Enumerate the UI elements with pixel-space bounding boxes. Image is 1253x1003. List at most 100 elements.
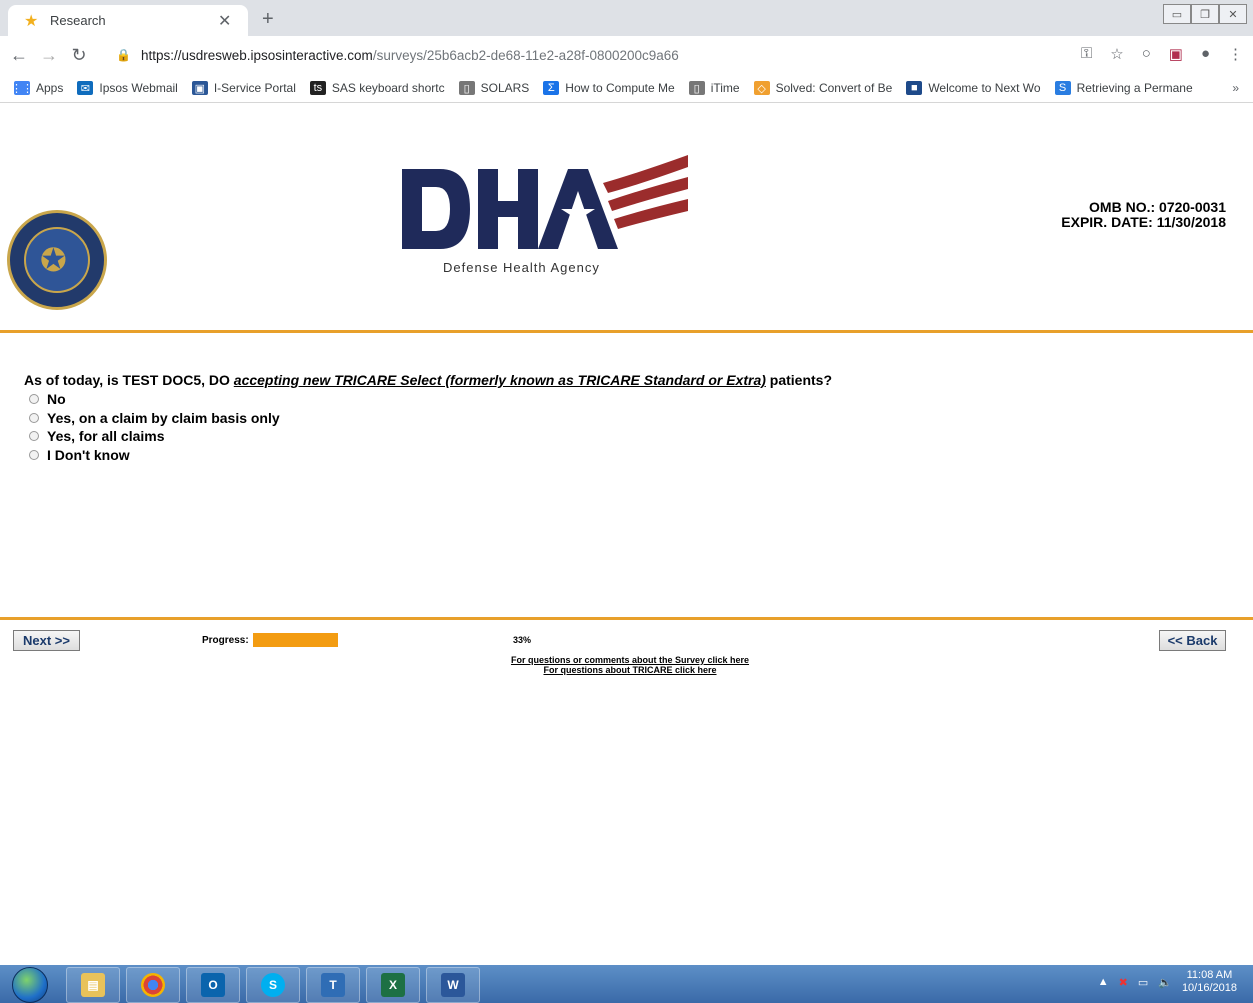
progress-label: Progress: [202, 635, 249, 646]
bottom-divider [0, 617, 1253, 620]
ts-icon: ts [309, 81, 326, 95]
word-icon[interactable]: W [426, 967, 480, 1003]
next-button[interactable]: Next >> [13, 630, 80, 651]
browser-toolbar: ← → ↻ 🔒 https://usdresweb.ipsosinteracti… [0, 36, 1253, 74]
new-tab-icon[interactable]: + [262, 8, 274, 31]
expiration-date: EXPIR. DATE: 11/30/2018 [1061, 214, 1226, 230]
menu-dots-icon[interactable]: ⋮ [1228, 45, 1243, 63]
radio-button[interactable] [29, 449, 39, 460]
toolbar-icons: ⚿ ☆ ○ ▣ ● ⋮ [1081, 45, 1243, 63]
chat-icon: ◇ [753, 81, 770, 95]
bookmark-label: I-Service Portal [213, 81, 296, 95]
file-explorer-icon[interactable]: ▤ [66, 967, 120, 1003]
option-claim-by-claim[interactable]: Yes, on a claim by claim basis only [29, 409, 280, 428]
dod-seal-logo: ✪ [7, 210, 107, 310]
top-divider [0, 330, 1253, 333]
question-emphasis: accepting new TRICARE Select (formerly k… [233, 372, 766, 388]
extension-circle-icon[interactable]: ○ [1142, 45, 1151, 63]
reload-icon[interactable]: ↻ [68, 45, 90, 66]
bookmark-item[interactable]: Σ How to Compute Me [543, 81, 675, 95]
monitor-icon[interactable]: ▭ [1138, 976, 1148, 989]
radio-button[interactable] [29, 412, 39, 423]
chrome-icon[interactable] [126, 967, 180, 1003]
question-text: As of today, is TEST DOC5, DO accepting … [24, 372, 833, 388]
forward-arrow-icon[interactable]: → [38, 45, 60, 66]
system-tray: ▲ ✖ ▭ 🔈 11:08 AM 10/16/2018 [1098, 969, 1237, 995]
option-dont-know[interactable]: I Don't know [29, 446, 280, 465]
bookmark-item[interactable]: S Retrieving a Permane [1054, 81, 1193, 95]
lock-icon[interactable]: 🔒 [116, 48, 131, 62]
portal-icon: ▣ [191, 81, 208, 95]
bookmark-label: Welcome to Next Wo [928, 81, 1041, 95]
close-tab-icon[interactable]: ✕ [218, 11, 238, 31]
bookmark-item[interactable]: ✉ Ipsos Webmail [77, 81, 178, 95]
star-favicon-icon: ★ [24, 12, 39, 30]
bookmark-star-icon[interactable]: ☆ [1110, 45, 1123, 63]
bookmark-label: SOLARS [480, 81, 530, 95]
bookmark-item[interactable]: ⋮⋮ Apps [11, 81, 64, 95]
skype-icon[interactable]: S [246, 967, 300, 1003]
clock[interactable]: 11:08 AM 10/16/2018 [1182, 969, 1237, 995]
back-arrow-icon[interactable]: ← [8, 45, 30, 66]
dha-caption: Defense Health Agency [443, 260, 600, 275]
address-bar[interactable]: 🔒 https://usdresweb.ipsosinteractive.com… [112, 41, 1112, 69]
maximize-icon[interactable]: ❐ [1191, 4, 1219, 24]
profile-icon[interactable]: ● [1201, 45, 1210, 63]
mail-icon: ✉ [77, 81, 94, 95]
help-links: For questions or comments about the Surv… [0, 655, 1253, 675]
bookmark-label: How to Compute Me [565, 81, 675, 95]
volume-icon[interactable]: 🔈 [1158, 976, 1172, 989]
network-error-icon[interactable]: ✖ [1119, 976, 1128, 989]
bookmark-label: SAS keyboard shortc [331, 81, 445, 95]
bookmark-label: Solved: Convert of Be [775, 81, 893, 95]
window-controls: ▭ ❐ ✕ [1163, 4, 1247, 24]
url-host: https://usdresweb.ipsosinteractive.com [140, 47, 373, 63]
option-all-claims[interactable]: Yes, for all claims [29, 427, 280, 446]
bookmark-item[interactable]: ▯ iTime [688, 81, 740, 95]
sigma-icon: Σ [543, 81, 560, 95]
tab-title: Research [50, 13, 106, 28]
key-icon[interactable]: ⚿ [1081, 45, 1092, 63]
bookmark-label: iTime [710, 81, 740, 95]
excel-icon[interactable]: X [366, 967, 420, 1003]
radio-button[interactable] [29, 431, 39, 442]
bookmark-label: Retrieving a Permane [1076, 81, 1193, 95]
bookmark-label: Apps [36, 81, 64, 95]
s-icon: S [1054, 81, 1071, 95]
bookmark-item[interactable]: ■ Welcome to Next Wo [906, 81, 1041, 95]
bookmarks-bar: ⋮⋮ Apps ✉ Ipsos Webmail ▣ I-Service Portal ts S… [0, 74, 1253, 103]
bookmark-item[interactable]: ▣ I-Service Portal [191, 81, 296, 95]
progress-bar [253, 633, 511, 647]
windows-taskbar: ▤ O S T X W ▲ ✖ ▭ 🔈 11:08 AM 10/16/2018 [0, 965, 1253, 1003]
page-icon: ▯ [458, 81, 475, 95]
browser-tab[interactable]: ★ Research ✕ [8, 5, 248, 36]
progress-fill [253, 633, 339, 647]
bookmark-item[interactable]: ◇ Solved: Convert of Be [753, 81, 893, 95]
tray-expand-icon[interactable]: ▲ [1098, 976, 1109, 988]
back-button[interactable]: << Back [1159, 630, 1226, 651]
textpad-icon[interactable]: T [306, 967, 360, 1003]
start-button-icon[interactable] [12, 967, 48, 1003]
page-content: ✪ Defense Health Agency OMB NO.: 0720-00… [0, 103, 1253, 965]
survey-help-link[interactable]: For questions or comments about the Surv… [511, 655, 749, 665]
bookmarks-overflow-icon[interactable]: » [1232, 81, 1239, 95]
option-no[interactable]: No [29, 390, 280, 409]
answer-options: No Yes, on a claim by claim basis only Y… [29, 390, 280, 464]
omb-info: OMB NO.: 0720-0031 EXPIR. DATE: 11/30/20… [1061, 200, 1226, 230]
omb-number: OMB NO.: 0720-0031 [1089, 199, 1226, 215]
page-icon: ▯ [688, 81, 705, 95]
bookmark-label: Ipsos Webmail [99, 81, 178, 95]
outlook-icon[interactable]: O [186, 967, 240, 1003]
url-path: /surveys/25b6acb2-de68-11e2-a28f-0800200… [372, 47, 679, 63]
minimize-icon[interactable]: ▭ [1163, 4, 1191, 24]
radio-button[interactable] [29, 394, 39, 405]
progress-percent: 33% [513, 635, 532, 645]
tricare-help-link[interactable]: For questions about TRICARE click here [543, 665, 716, 675]
tab-strip: ★ Research ✕ + ▭ ❐ ✕ [0, 0, 1253, 36]
bookmark-item[interactable]: ts SAS keyboard shortc [309, 81, 445, 95]
close-window-icon[interactable]: ✕ [1219, 4, 1247, 24]
extension-shield-icon[interactable]: ▣ [1169, 45, 1183, 63]
next-icon: ■ [906, 81, 923, 95]
bookmark-item[interactable]: ▯ SOLARS [458, 81, 530, 95]
apps-grid-icon: ⋮⋮ [11, 81, 33, 95]
